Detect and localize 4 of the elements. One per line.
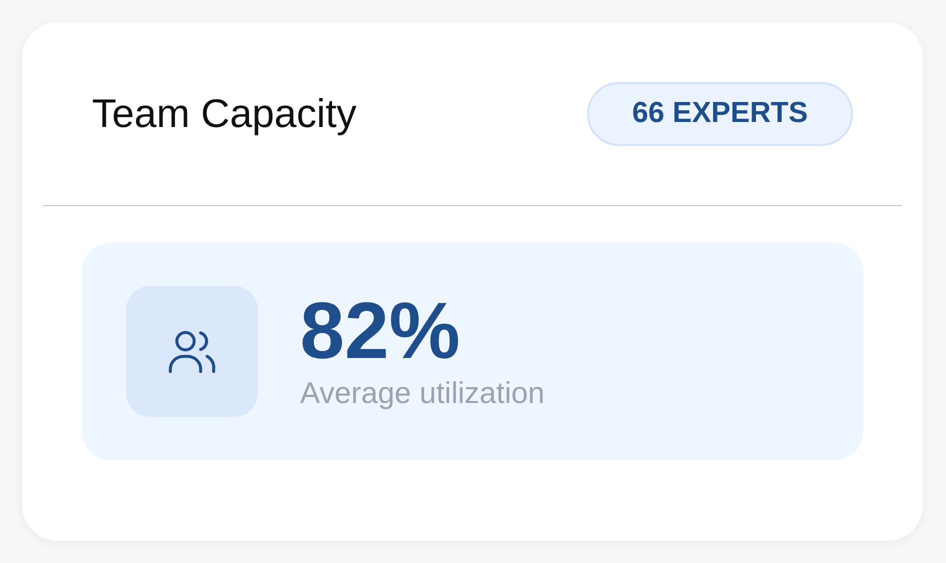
experts-badge: 66 EXPERTS bbox=[587, 82, 853, 146]
utilization-value: 82% bbox=[300, 290, 462, 371]
utilization-label: Average utilization bbox=[300, 376, 545, 412]
card-title: Team Capacity bbox=[92, 94, 357, 134]
